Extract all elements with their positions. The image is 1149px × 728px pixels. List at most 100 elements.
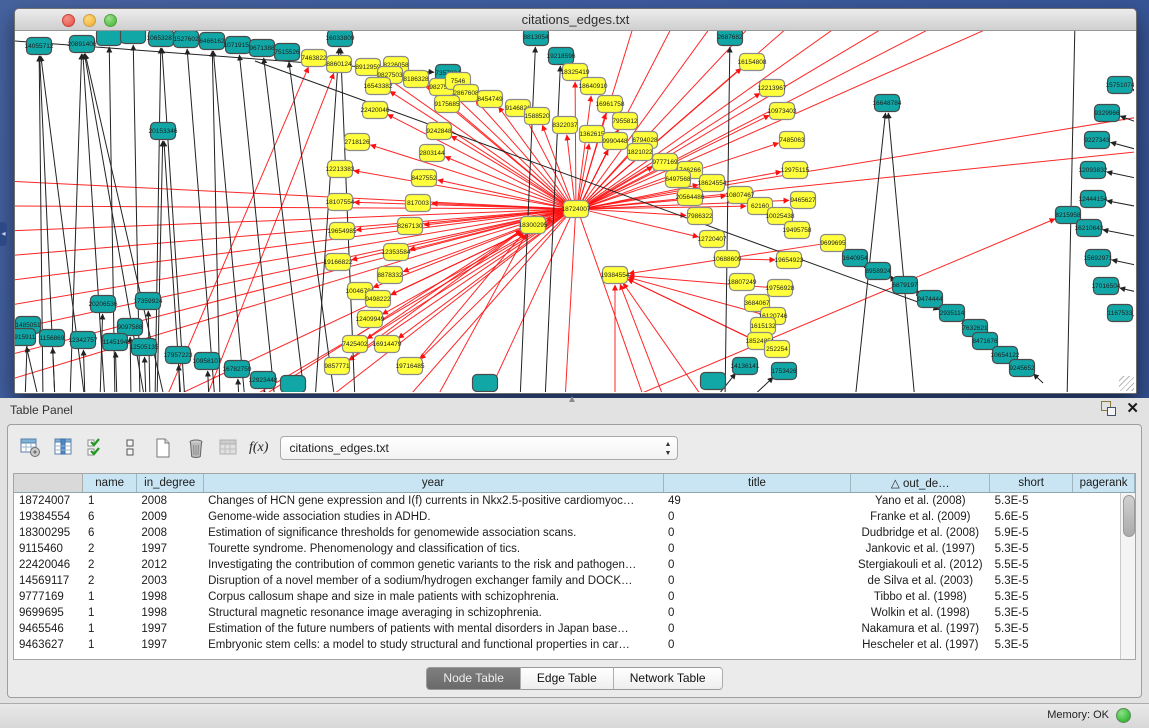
graph-node[interactable]: 18624554: [698, 175, 727, 192]
cell-year[interactable]: 1997: [136, 637, 203, 653]
graph-node[interactable]: 9857771: [324, 358, 350, 375]
graph-node[interactable]: 19218596: [547, 48, 576, 65]
splitter-grip[interactable]: ▲: [565, 396, 579, 404]
cell-in_degree[interactable]: 1: [83, 589, 136, 605]
network-graph[interactable]: 1405571220891406106532871527602646616210…: [15, 31, 1134, 392]
graph-node[interactable]: 15692971: [1084, 250, 1113, 267]
graph-node[interactable]: 12923448: [249, 372, 278, 389]
cell-year[interactable]: 1998: [136, 589, 203, 605]
graph-node[interactable]: 16648784: [873, 95, 902, 112]
cell-pagerank[interactable]: 5.9E-5: [990, 525, 1073, 541]
cell-year[interactable]: 2012: [136, 557, 203, 573]
graph-node[interactable]: 12093832: [1079, 162, 1108, 179]
graph-node[interactable]: [121, 31, 146, 44]
graph-node[interactable]: 12444154: [1079, 191, 1108, 208]
graph-node[interactable]: 7515526: [274, 44, 300, 61]
graph-node[interactable]: 18807249: [728, 274, 757, 291]
tab-network-table[interactable]: Network Table: [614, 667, 723, 690]
cell-year[interactable]: 2008: [136, 525, 203, 541]
new-table-icon[interactable]: [150, 436, 176, 460]
graph-node[interactable]: 12213383: [326, 161, 355, 178]
cell-title[interactable]: Investigating the contribution of common…: [203, 557, 663, 573]
column-header-title[interactable]: title: [663, 474, 851, 493]
graph-node[interactable]: 1640954: [842, 250, 868, 267]
cell-out_degree[interactable]: 0: [663, 605, 851, 621]
cell-name[interactable]: 9463627: [14, 637, 83, 653]
table-row[interactable]: 1938455462009Genome-wide association stu…: [14, 509, 1135, 525]
cell-out_degree[interactable]: 0: [663, 525, 851, 541]
column-header-short[interactable]: short: [990, 474, 1073, 493]
graph-node[interactable]: 7485063: [779, 132, 805, 149]
graph-node[interactable]: 252254: [765, 341, 790, 358]
graph-node[interactable]: 6466162: [199, 33, 225, 50]
cell-year[interactable]: 1997: [136, 621, 203, 637]
cell-pagerank[interactable]: 5.3E-5: [990, 621, 1073, 637]
row-height-icon[interactable]: [117, 436, 143, 460]
close-panel-icon[interactable]: ✕: [1126, 401, 1139, 416]
cell-short[interactable]: Nakamura et al. (1997): [851, 621, 990, 637]
cell-year[interactable]: 2009: [136, 509, 203, 525]
new-column-icon[interactable]: [84, 436, 110, 460]
cell-in_degree[interactable]: 2: [83, 541, 136, 557]
scrollbar-thumb[interactable]: [1123, 495, 1135, 537]
graph-node[interactable]: 10958107: [193, 353, 222, 370]
graph-node[interactable]: 18107554: [326, 194, 355, 211]
cell-title[interactable]: Structural magnetic resonance image aver…: [203, 605, 663, 621]
graph-node[interactable]: 7463822: [301, 50, 327, 67]
cell-year[interactable]: 2008: [136, 493, 203, 510]
cell-in_degree[interactable]: 1: [83, 621, 136, 637]
graph-node[interactable]: 2803144: [419, 145, 445, 162]
column-header-out_de[interactable]: △ out_de…: [851, 474, 990, 493]
cell-pagerank[interactable]: 5.5E-5: [990, 557, 1073, 573]
graph-node[interactable]: 9227343: [1084, 132, 1110, 149]
graph-node[interactable]: 18300295: [519, 217, 548, 234]
table-scrollbar[interactable]: [1120, 493, 1135, 659]
table-row[interactable]: 946554611997Estimation of the future num…: [14, 621, 1135, 637]
cell-name[interactable]: 14569117: [14, 573, 83, 589]
cell-pagerank[interactable]: 5.3E-5: [990, 541, 1073, 557]
cell-out_degree[interactable]: 0: [663, 573, 851, 589]
cell-short[interactable]: de Silva et al. (2003): [851, 573, 990, 589]
graph-node[interactable]: 16543382: [364, 78, 393, 95]
cell-short[interactable]: Wolkin et al. (1998): [851, 605, 990, 621]
cell-title[interactable]: Tourette syndrome. Phenomenology and cla…: [203, 541, 663, 557]
cell-name[interactable]: 9115460: [14, 541, 83, 557]
delete-table-icon[interactable]: [183, 436, 209, 460]
cell-pagerank[interactable]: 5.6E-5: [990, 509, 1073, 525]
graph-node[interactable]: 9175685: [434, 96, 460, 113]
graph-node[interactable]: 20153346: [149, 123, 178, 140]
cell-short[interactable]: Dudbridge et al. (2008): [851, 525, 990, 541]
cell-short[interactable]: Hescheler et al. (1997): [851, 637, 990, 653]
cell-pagerank[interactable]: 5.3E-5: [990, 637, 1073, 653]
window-resize-grip[interactable]: [1119, 376, 1134, 391]
panel-collapse-handle[interactable]: ◂: [0, 222, 7, 246]
graph-node[interactable]: 1145194: [103, 334, 128, 351]
graph-node[interactable]: 8958924: [865, 263, 891, 280]
graph-node[interactable]: 8267130: [397, 218, 423, 235]
cell-in_degree[interactable]: 1: [83, 493, 136, 510]
graph-node[interactable]: 1527602: [173, 31, 199, 48]
cell-title[interactable]: Changes of HCN gene expression and I(f) …: [203, 493, 663, 510]
graph-node[interactable]: 15751074: [1106, 77, 1134, 94]
cell-in_degree[interactable]: 2: [83, 557, 136, 573]
cell-in_degree[interactable]: 1: [83, 637, 136, 653]
cell-name[interactable]: 9699695: [14, 605, 83, 621]
cell-in_degree[interactable]: 1: [83, 605, 136, 621]
network-window-titlebar[interactable]: citations_edges.txt: [15, 9, 1136, 31]
graph-node[interactable]: 10688609: [713, 251, 742, 268]
cell-title[interactable]: Estimation of the future numbers of pati…: [203, 621, 663, 637]
function-builder-icon[interactable]: f(x): [249, 440, 268, 456]
graph-node[interactable]: 8427552: [411, 170, 437, 187]
cell-out_degree[interactable]: 0: [663, 621, 851, 637]
cell-pagerank[interactable]: 5.3E-5: [990, 493, 1073, 510]
graph-node[interactable]: 2935114: [940, 305, 965, 322]
cell-year[interactable]: 1998: [136, 605, 203, 621]
graph-node[interactable]: 9699695: [820, 235, 846, 252]
graph-node[interactable]: 16033809: [326, 31, 355, 47]
graph-node[interactable]: 7986322: [687, 208, 713, 225]
graph-node[interactable]: 16914479: [373, 336, 402, 353]
graph-node[interactable]: 12213967: [758, 80, 787, 97]
graph-node[interactable]: 2718126: [344, 134, 370, 151]
column-header-name[interactable]: name: [83, 474, 136, 493]
cell-title[interactable]: Corpus callosum shape and size in male p…: [203, 589, 663, 605]
